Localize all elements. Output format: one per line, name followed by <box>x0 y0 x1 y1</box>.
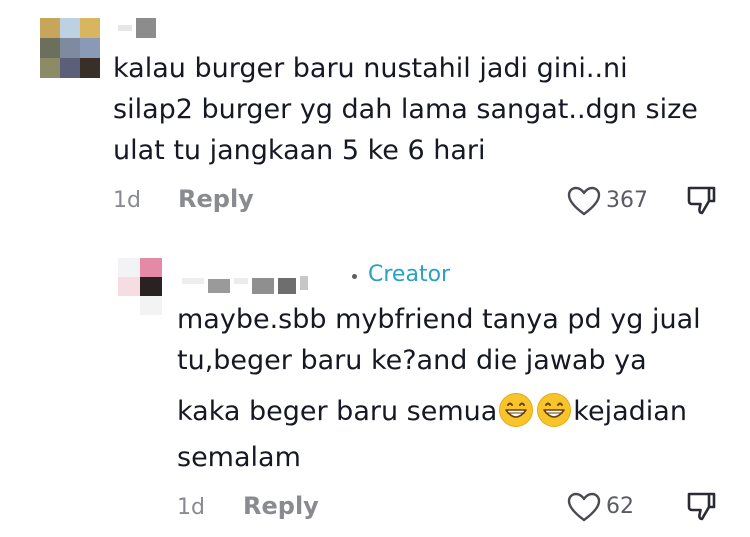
avatar-pixel <box>60 58 80 78</box>
avatar-pixel <box>60 38 80 58</box>
grinning-face-emoji-icon <box>537 393 572 427</box>
reply-text-line-3-before: kaka beger baru semua <box>177 396 498 427</box>
comment-text-line-3: ulat tu jangkaan 5 ke 6 hari <box>113 135 486 166</box>
avatar-pixel <box>118 258 140 277</box>
avatar-pixel <box>140 296 162 315</box>
thumbs-down-icon[interactable] <box>685 490 717 522</box>
avatar-pixel <box>80 58 100 78</box>
reply-reply-button[interactable]: Reply <box>243 492 319 520</box>
separator-dot <box>352 274 357 279</box>
creator-username[interactable] <box>182 268 308 294</box>
reply-text-line-1: maybe.sbb mybfriend tanya pd yg jual <box>177 304 701 335</box>
avatar-pixel <box>40 58 60 78</box>
avatar-pixel <box>80 38 100 58</box>
avatar-pixel <box>80 18 100 38</box>
reply-text-line-3: kaka beger baru semua kejadian <box>177 391 687 432</box>
heart-icon[interactable] <box>567 492 601 522</box>
reply-text-line-4: semalam <box>177 442 301 473</box>
comment-reply-button[interactable]: Reply <box>178 185 254 213</box>
avatar-pixel <box>40 38 60 58</box>
avatar-pixel <box>60 18 80 38</box>
heart-icon[interactable] <box>567 186 601 216</box>
avatar-pixel <box>140 277 162 296</box>
commenter-avatar[interactable] <box>40 18 100 78</box>
grinning-face-emoji-icon <box>499 393 534 427</box>
reply-text-line-2: tu,beger baru ke?and die jawab ya <box>177 345 647 376</box>
reply-date: 1d <box>177 495 205 520</box>
thumbs-down-icon[interactable] <box>685 184 717 216</box>
reply-text-line-3-after: kejadian <box>573 396 687 427</box>
avatar-pixel <box>118 277 140 296</box>
comment-text-line-1: kalau burger baru nustahil jadi gini..ni <box>113 53 628 84</box>
avatar-pixel <box>40 18 60 38</box>
avatar-pixel <box>118 296 140 315</box>
reply-like-count: 62 <box>606 494 634 519</box>
creator-badge: Creator <box>368 262 451 287</box>
comment-text-line-2: silap2 burger yg dah lama sangat..dgn si… <box>113 94 698 125</box>
comment-like-count: 367 <box>606 188 648 213</box>
commenter-username[interactable] <box>118 18 156 38</box>
avatar-pixel <box>140 258 162 277</box>
creator-avatar[interactable] <box>118 258 162 316</box>
comment-date: 1d <box>113 188 141 213</box>
